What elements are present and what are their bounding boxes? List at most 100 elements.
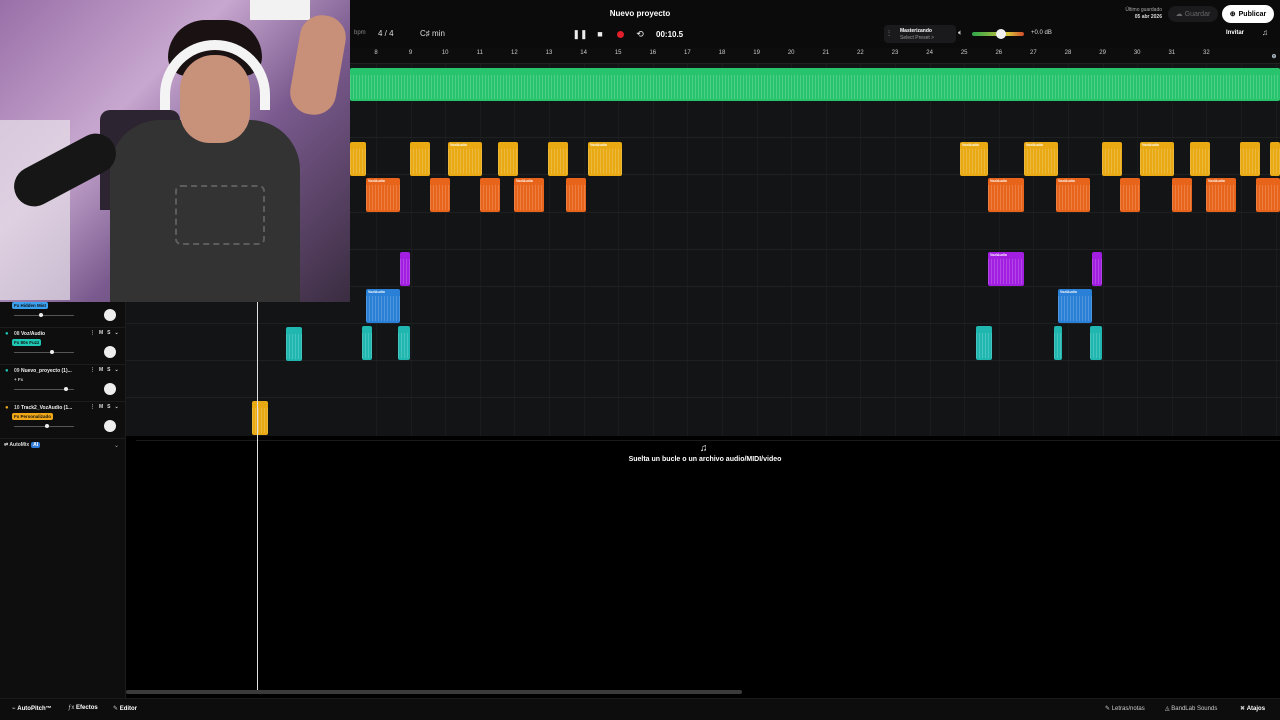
audio-clip[interactable]: [1054, 326, 1062, 360]
mute-button[interactable]: M: [99, 404, 103, 410]
audio-clip[interactable]: Voz/Audio: [1058, 289, 1092, 323]
audio-clip[interactable]: Voz/Audio: [514, 178, 544, 212]
track-volume-slider[interactable]: [14, 387, 74, 391]
volume-handle[interactable]: [64, 387, 68, 391]
arrangement-area-left[interactable]: [126, 302, 350, 436]
bell-icon[interactable]: ♫: [1262, 28, 1268, 37]
audio-clip[interactable]: [362, 326, 372, 360]
playhead[interactable]: [257, 302, 258, 694]
audio-clip[interactable]: [976, 326, 992, 360]
track-name[interactable]: 08 Voz/Audio: [14, 331, 45, 337]
horizontal-scrollbar[interactable]: [126, 690, 742, 694]
audio-clip[interactable]: Voz/Audio: [448, 142, 482, 176]
audio-clip[interactable]: [1092, 252, 1102, 286]
pan-knob[interactable]: [104, 420, 116, 432]
master-volume-knob[interactable]: [995, 29, 1006, 39]
pause-button[interactable]: ❚❚: [570, 24, 590, 44]
audio-clip[interactable]: [1102, 142, 1122, 176]
track-fx-badge[interactable]: + Fx: [12, 376, 25, 383]
track-name[interactable]: 10 Track2_VozAudio (1...: [14, 405, 72, 411]
audio-clip[interactable]: Voz/Audio: [1206, 178, 1236, 212]
speaker-icon[interactable]: 🔈︎: [958, 28, 963, 38]
track-name[interactable]: 09 Nuevo_proyecto (1)...: [14, 368, 72, 374]
audio-clip[interactable]: [1120, 178, 1140, 212]
audio-clip[interactable]: [1240, 142, 1260, 176]
audio-clip[interactable]: [398, 326, 410, 360]
audio-clip[interactable]: [480, 178, 500, 212]
time-signature[interactable]: 4 / 4: [378, 29, 394, 38]
zoom-in-icon[interactable]: ⊕: [1271, 53, 1276, 60]
more-icon[interactable]: ⋮: [90, 367, 95, 373]
audio-clip[interactable]: [286, 327, 302, 361]
audio-clip[interactable]: [252, 401, 268, 435]
timeline-ruler[interactable]: 8 9 10 11 12 13 14 15 16 17 18 19 20 21 22 23 24 25 26 27 28…: [350, 48, 1280, 64]
audio-clip[interactable]: [1190, 142, 1210, 176]
volume-handle[interactable]: [50, 350, 54, 354]
track-volume-slider[interactable]: [14, 313, 74, 317]
pan-knob[interactable]: [104, 383, 116, 395]
chevron-down-icon[interactable]: ⌄: [115, 330, 119, 336]
drop-zone[interactable]: [136, 440, 1280, 468]
volume-handle[interactable]: [39, 313, 43, 317]
effects-button[interactable]: ƒx Efectos: [68, 705, 98, 711]
more-icon[interactable]: ⋮: [90, 330, 95, 336]
track-header[interactable]: ● 08 Voz/Audio ⋮ M S ⌄ Fx 80s Fuzz: [0, 328, 126, 365]
audio-clip[interactable]: [350, 68, 1280, 101]
pan-knob[interactable]: [104, 346, 116, 358]
arrangement-area[interactable]: Voz/Audio Voz/Audio Voz/Audio Voz/Audio Voz/…: [350, 64, 1280, 436]
mute-button[interactable]: M: [99, 367, 103, 373]
audio-clip[interactable]: Voz/Audio: [960, 142, 988, 176]
autopitch-button[interactable]: ⌁ AutoPitch™: [12, 705, 52, 712]
invite-button[interactable]: Invitar: [1226, 30, 1244, 36]
more-icon[interactable]: ⋮: [90, 404, 95, 410]
audio-clip[interactable]: [1270, 142, 1280, 176]
track-fx-badge[interactable]: Fx Hidden Mist: [12, 302, 49, 309]
mastering-button[interactable]: ⫶ Masterizando Select Preset >: [884, 25, 956, 43]
audio-clip[interactable]: [1256, 178, 1280, 212]
project-title[interactable]: Nuevo proyecto: [540, 9, 740, 18]
record-button[interactable]: [610, 24, 630, 44]
automix-toggle[interactable]: ⇌ AutoMix AI: [4, 442, 41, 448]
track-header[interactable]: ● 10 Track2_VozAudio (1... ⋮ M S ⌄ Fx Personal…: [0, 402, 126, 439]
lyrics-button[interactable]: ✎ Letras/notas: [1105, 705, 1145, 712]
audio-clip[interactable]: [350, 142, 366, 176]
solo-button[interactable]: S: [107, 404, 110, 410]
audio-clip[interactable]: [430, 178, 450, 212]
audio-clip[interactable]: Voz/Audio: [366, 289, 400, 323]
save-button[interactable]: ☁ Guardar: [1168, 6, 1218, 22]
audio-clip[interactable]: [566, 178, 586, 212]
audio-clip[interactable]: [400, 252, 410, 286]
track-volume-slider[interactable]: [14, 350, 74, 354]
audio-clip[interactable]: Voz/Audio: [988, 178, 1024, 212]
track-volume-slider[interactable]: [14, 424, 74, 428]
editor-button[interactable]: ✎ Editor: [113, 705, 137, 712]
track-header[interactable]: Fx Hidden Mist: [0, 291, 126, 328]
audio-clip[interactable]: [498, 142, 518, 176]
chevron-down-icon[interactable]: ⌄: [114, 442, 119, 449]
audio-clip[interactable]: Voz/Audio: [1140, 142, 1174, 176]
track-fx-badge[interactable]: Fx 80s Fuzz: [12, 339, 42, 346]
solo-button[interactable]: S: [107, 367, 110, 373]
shortcuts-button[interactable]: ✖ Atajos: [1240, 705, 1265, 712]
audio-clip[interactable]: Voz/Audio: [588, 142, 622, 176]
chevron-down-icon[interactable]: ⌄: [115, 367, 119, 373]
key-selector[interactable]: C♯ min: [420, 29, 445, 38]
audio-clip[interactable]: Voz/Audio: [1024, 142, 1058, 176]
audio-clip[interactable]: [410, 142, 430, 176]
solo-button[interactable]: S: [107, 330, 110, 336]
audio-clip[interactable]: Voz/Audio: [988, 252, 1024, 286]
track-header[interactable]: ● 09 Nuevo_proyecto (1)... ⋮ M S ⌄ + Fx: [0, 365, 126, 402]
audio-clip[interactable]: [1090, 326, 1102, 360]
audio-clip[interactable]: [548, 142, 568, 176]
bpm-label[interactable]: bpm: [354, 30, 366, 36]
pan-knob[interactable]: [104, 309, 116, 321]
bandlab-sounds-button[interactable]: ◬ BandLab Sounds: [1165, 705, 1217, 712]
audio-clip[interactable]: [1172, 178, 1192, 212]
loop-button[interactable]: ⟲: [630, 24, 650, 44]
chevron-down-icon[interactable]: ⌄: [115, 404, 119, 410]
audio-clip[interactable]: Voz/Audio: [1056, 178, 1090, 212]
publish-button[interactable]: ⊕ Publicar: [1222, 5, 1274, 23]
audio-clip[interactable]: Voz/Audio: [366, 178, 400, 212]
track-fx-badge[interactable]: Fx Personalizado: [12, 413, 54, 420]
stop-button[interactable]: ■: [590, 24, 610, 44]
